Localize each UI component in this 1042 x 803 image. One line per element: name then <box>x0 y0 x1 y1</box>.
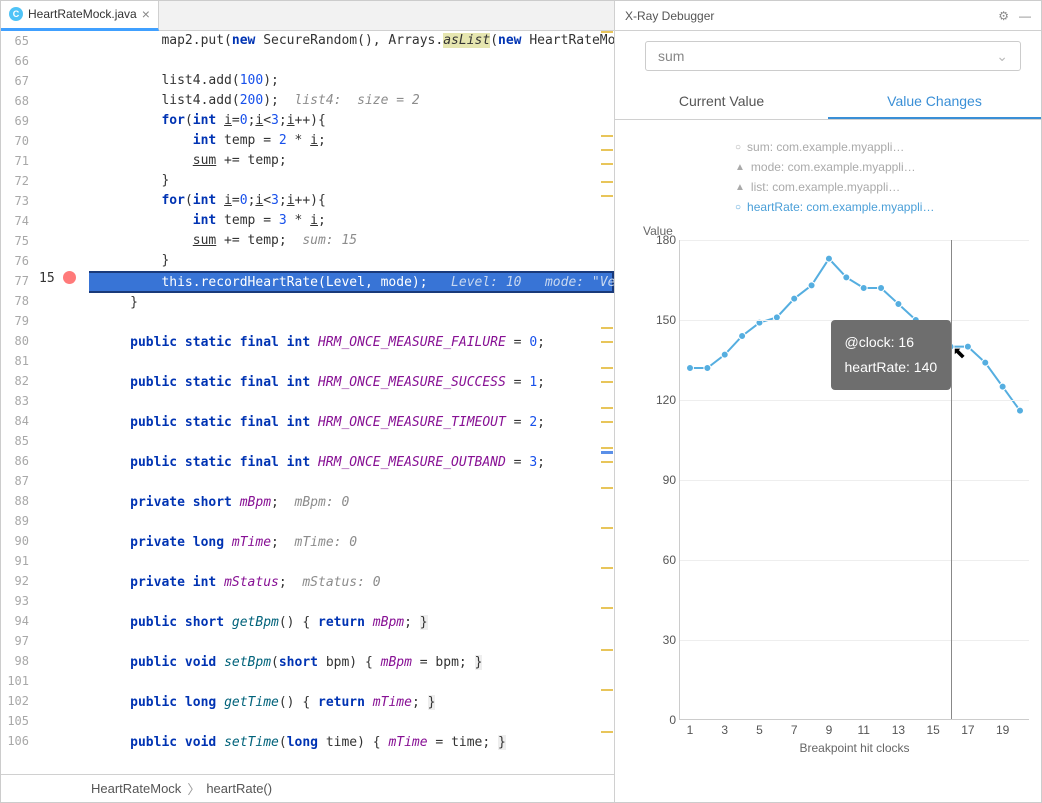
gear-icon[interactable]: ⚙ <box>998 9 1009 23</box>
circle-icon: ○ <box>735 142 741 153</box>
hit-count-label: 15 <box>39 271 55 286</box>
cursor-icon: ⬉ <box>953 343 966 363</box>
triangle-icon: ▲ <box>735 182 745 193</box>
breadcrumb-method[interactable]: heartRate() <box>206 781 272 796</box>
java-class-icon: C <box>9 7 23 21</box>
tooltip-clock: @clock: 16 <box>845 330 938 355</box>
x-axis-label: Breakpoint hit clocks <box>799 741 909 755</box>
tab-value-changes[interactable]: Value Changes <box>828 85 1041 119</box>
debugger-panel: X-Ray Debugger ⚙ — sum ⌄ Current Value V… <box>615 1 1041 802</box>
editor-area[interactable]: 6566676869707172737475767778798081828384… <box>1 31 614 774</box>
legend-list[interactable]: ▲list: com.example.myappli… <box>735 180 1041 194</box>
legend-mode[interactable]: ▲mode: com.example.myappli… <box>735 160 1041 174</box>
chart-legend: ○sum: com.example.myappli… ▲mode: com.ex… <box>735 140 1041 214</box>
breakpoint-icon[interactable] <box>63 271 76 284</box>
code-content[interactable]: map2.put(new SecureRandom(), Arrays.asLi… <box>89 31 614 774</box>
debugger-tabs: Current Value Value Changes <box>615 85 1041 120</box>
legend-sum[interactable]: ○sum: com.example.myappli… <box>735 140 1041 154</box>
editor-panel: C HeartRateMock.java × 65666768697071727… <box>1 1 615 802</box>
chevron-down-icon: ⌄ <box>996 48 1008 65</box>
variable-select-value: sum <box>658 48 684 64</box>
close-icon[interactable]: × <box>142 6 150 22</box>
variable-select[interactable]: sum ⌄ <box>645 41 1021 71</box>
tooltip-value: heartRate: 140 <box>845 355 938 380</box>
tab-bar: C HeartRateMock.java × <box>1 1 614 31</box>
breadcrumb-class[interactable]: HeartRateMock <box>91 781 181 796</box>
debugger-header: X-Ray Debugger ⚙ — <box>615 1 1041 31</box>
legend-heartrate[interactable]: ○heartRate: com.example.myappli… <box>735 200 1041 214</box>
minimize-icon[interactable]: — <box>1019 9 1031 23</box>
file-tab[interactable]: C HeartRateMock.java × <box>1 1 159 31</box>
plot-region[interactable]: Breakpoint hit clocks 030609012015018013… <box>679 240 1029 720</box>
marker-strip[interactable] <box>600 31 614 774</box>
breakpoint-gutter[interactable]: 15 <box>37 31 89 774</box>
debugger-title: X-Ray Debugger <box>625 9 714 23</box>
triangle-icon: ▲ <box>735 162 745 173</box>
chart-area[interactable]: Value Breakpoint hit clocks 030609012015… <box>643 224 1033 734</box>
line-number-gutter: 6566676869707172737475767778798081828384… <box>1 31 37 774</box>
breadcrumb[interactable]: HeartRateMock 〉 heartRate() <box>1 774 614 802</box>
breadcrumb-sep-icon: 〉 <box>187 779 200 798</box>
tab-current-value[interactable]: Current Value <box>615 85 828 119</box>
circle-icon: ○ <box>735 202 741 213</box>
file-tab-label: HeartRateMock.java <box>28 7 137 21</box>
chart-tooltip: @clock: 16heartRate: 140 <box>831 320 952 390</box>
